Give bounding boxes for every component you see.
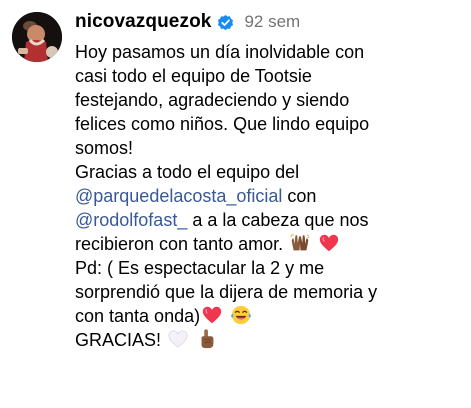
text-line: casi todo el equipo de Tootsie [75, 66, 312, 86]
text-line: festejando, agradeciendo y siendo [75, 90, 350, 110]
text-line: sorprendió que la dijera de memoria y [75, 282, 378, 302]
text-line: Hoy pasamos un día inolvidable con [75, 42, 365, 62]
laughing-tears-emoji [230, 304, 252, 326]
text-line: Pd: ( Es espectacular la 2 y me [75, 258, 325, 278]
pointing-finger-emoji [196, 328, 218, 350]
red-heart-emoji [318, 232, 340, 254]
verified-badge-icon [216, 13, 235, 32]
text-line: felices como niños. Que lindo equipo [75, 114, 370, 134]
text-line: con tanta onda) [75, 304, 461, 328]
text-fragment: con tanta onda) [75, 306, 201, 326]
comment-content: nicovazquezok 92 sem Hoy pasamos un día … [75, 8, 461, 352]
text-line: somos! [75, 138, 134, 158]
text-fragment: GRACIAS! [75, 330, 167, 350]
username-link[interactable]: nicovazquezok [75, 11, 211, 33]
text-line: @rodolfofast_ a a la cabeza que nos [75, 208, 461, 232]
comment-text: Hoy pasamos un día inolvidable con casi … [75, 40, 461, 352]
timestamp[interactable]: 92 sem [244, 12, 300, 32]
mention-link-rodolfofast[interactable]: @rodolfofast_ [75, 210, 187, 230]
comment-header: nicovazquezok 92 sem [75, 8, 461, 36]
avatar[interactable] [12, 12, 62, 62]
avatar-image [12, 12, 62, 62]
white-heart-emoji [167, 328, 189, 350]
text-fragment: a a la cabeza que nos [187, 210, 369, 230]
text-line: @parquedelacosta_oficial con [75, 184, 461, 208]
text-fragment: con [282, 186, 317, 206]
text-fragment: recibieron con tanto amor. [75, 234, 289, 254]
comment: nicovazquezok 92 sem Hoy pasamos un día … [0, 0, 471, 408]
raising-hands-emoji [289, 232, 311, 254]
text-line: Gracias a todo el equipo del [75, 162, 300, 182]
text-line: GRACIAS! [75, 328, 461, 352]
text-line: recibieron con tanto amor. [75, 232, 461, 256]
mention-link-parquedelacosta[interactable]: @parquedelacosta_oficial [75, 186, 282, 206]
red-heart-emoji [201, 304, 223, 326]
